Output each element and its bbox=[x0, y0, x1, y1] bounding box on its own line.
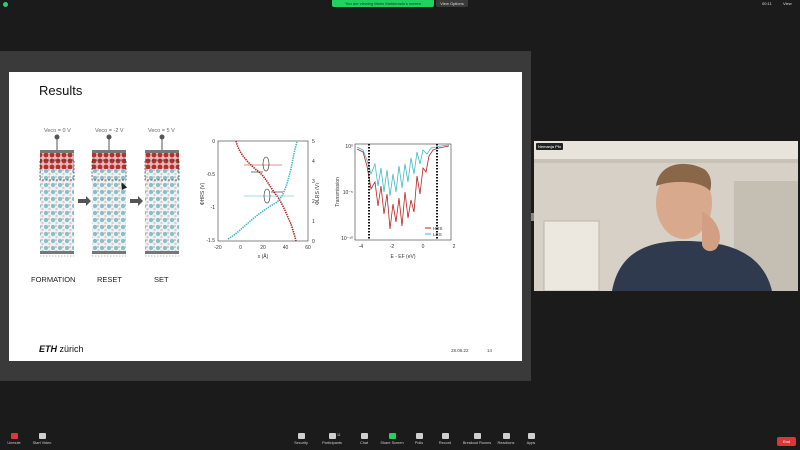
record-label: Record bbox=[438, 441, 452, 445]
view-button[interactable]: View bbox=[783, 1, 792, 6]
apps-button[interactable]: Apps bbox=[522, 433, 540, 445]
participants-button[interactable]: Participants bbox=[318, 433, 346, 445]
hrs-axis-marker bbox=[262, 156, 270, 172]
structure-formation bbox=[39, 134, 75, 257]
plot2-xtick-label: 0 bbox=[422, 244, 425, 250]
slide-date: 28.06.22 bbox=[451, 348, 469, 353]
structure-set bbox=[144, 134, 180, 257]
participant-name-label: Nemanja Pfo bbox=[536, 143, 564, 150]
plot1-ytick-right-label: 0 bbox=[312, 239, 315, 245]
plot1-xtick-label: 60 bbox=[305, 245, 311, 251]
plot1-ytick-right-label: 5 bbox=[312, 139, 315, 145]
lrs-curve bbox=[227, 141, 298, 240]
plot1-xtick-label: 40 bbox=[283, 245, 289, 251]
plot2-xlabel: E - EF (eV) bbox=[390, 254, 415, 260]
plot1-xlabel: x (Å) bbox=[258, 253, 269, 260]
start-video-button[interactable]: Start Video bbox=[31, 433, 53, 445]
plot1-ytick-left-label: -1 bbox=[211, 205, 216, 211]
participants-label: Participants bbox=[322, 441, 342, 445]
plot1-xtick-label: -20 bbox=[214, 245, 221, 251]
microphone-muted-icon bbox=[10, 433, 18, 439]
breakout-rooms-label: Breakout Rooms bbox=[462, 441, 492, 445]
end-meeting-button[interactable]: End bbox=[777, 437, 796, 446]
share-screen-button[interactable]: Share Screen bbox=[378, 433, 406, 445]
plot2-xtick-label: 2 bbox=[453, 244, 456, 250]
unmute-button[interactable]: Unmute bbox=[5, 433, 23, 445]
plot2-ylabel: Transmission bbox=[335, 177, 341, 207]
plot1-frame bbox=[217, 140, 309, 242]
breakout-rooms-icon bbox=[473, 433, 481, 439]
panel-resize-handle[interactable] bbox=[531, 213, 534, 221]
eth-zurich-logo: ETH zürich bbox=[39, 344, 84, 354]
apps-icon bbox=[527, 433, 535, 439]
potential-profile-plot: -20 0 20 40 600-0.5-1-1.5543210x (Å)ΦHRS (V)… bbox=[200, 139, 319, 260]
participant-video[interactable] bbox=[534, 141, 798, 291]
structure-reset bbox=[91, 134, 127, 257]
participants-count: 11 bbox=[337, 433, 341, 437]
breakout-rooms-button[interactable]: Breakout Rooms bbox=[460, 433, 494, 445]
plot2-xtick-label: -4 bbox=[359, 244, 364, 250]
presentation-slide: Results Veco = 0 V Veco = -2 V Veco = 5 … bbox=[9, 72, 522, 361]
video-camera-icon bbox=[38, 433, 46, 439]
meeting-clock: 00:11 bbox=[762, 1, 772, 6]
plot2-ytick-label: 10⁻¹⁰ bbox=[341, 236, 353, 242]
legend-entry: LRS bbox=[433, 232, 442, 237]
plot1-xtick-label: 0 bbox=[239, 245, 242, 251]
video-feed-image bbox=[534, 141, 798, 291]
transmission-plot: -4 -2 0 2 10⁰ 10⁻⁵ 10⁻¹⁰ E - EF (eV) Transmissio… bbox=[335, 143, 456, 260]
polls-button[interactable]: Polls bbox=[410, 433, 428, 445]
view-options-button[interactable]: View Options bbox=[436, 0, 468, 7]
plot1-ylabel-left: ΦHRS (V) bbox=[200, 182, 206, 205]
plot1-ytick-left-label: -0.5 bbox=[206, 172, 215, 178]
plot1-ytick-right-label: 4 bbox=[312, 159, 315, 165]
reactions-label: Reactions bbox=[497, 441, 515, 445]
polls-icon bbox=[415, 433, 423, 439]
panel-label-reset: RESET bbox=[97, 275, 123, 284]
plot2-ytick-label: 10⁻⁵ bbox=[343, 190, 353, 196]
plot1-ytick-left-label: -1.5 bbox=[206, 238, 215, 244]
plot1-xtick-label: 20 bbox=[260, 245, 266, 251]
reactions-button[interactable]: Reactions bbox=[494, 433, 518, 445]
panel-label-formation: FORMATION bbox=[31, 275, 76, 284]
unmute-label: Unmute bbox=[7, 441, 21, 445]
apps-label: Apps bbox=[526, 441, 536, 445]
arrow-icon bbox=[78, 196, 91, 206]
arrow-icon bbox=[130, 196, 143, 206]
plot1-ytick-left-label: 0 bbox=[212, 139, 215, 145]
record-button[interactable]: Record bbox=[434, 433, 456, 445]
plot1-ylabel-right: ΦLRS (V) bbox=[315, 183, 319, 205]
polls-label: Polls bbox=[414, 441, 424, 445]
shield-icon[interactable] bbox=[3, 2, 8, 7]
security-label: Security bbox=[294, 441, 308, 445]
panel-label-set: SET bbox=[154, 275, 169, 284]
hrs-transmission-curve bbox=[356, 145, 450, 230]
chat-button[interactable]: Chat bbox=[355, 433, 373, 445]
screen-share-banner: You are viewing Mario Maldonado's screen bbox=[332, 0, 434, 7]
chat-bubble-icon bbox=[360, 433, 368, 439]
legend-entry: HRS bbox=[433, 226, 443, 231]
security-button[interactable]: Security bbox=[290, 433, 312, 445]
participants-icon bbox=[328, 433, 336, 439]
plot2-xtick-label: -2 bbox=[390, 244, 395, 250]
record-icon bbox=[441, 433, 449, 439]
chat-label: Chat bbox=[359, 441, 369, 445]
slide-title: Results bbox=[39, 83, 83, 98]
shield-icon bbox=[297, 433, 305, 439]
start-video-label: Start Video bbox=[32, 441, 52, 445]
atomistic-structures-figure bbox=[39, 134, 180, 257]
reactions-icon bbox=[502, 433, 510, 439]
plot1-ytick-right-label: 1 bbox=[312, 219, 315, 225]
share-screen-label: Share Screen bbox=[380, 441, 404, 445]
plot2-ytick-label: 10⁰ bbox=[345, 144, 353, 150]
share-screen-icon bbox=[388, 433, 396, 439]
slide-page-number: 14 bbox=[487, 348, 493, 353]
